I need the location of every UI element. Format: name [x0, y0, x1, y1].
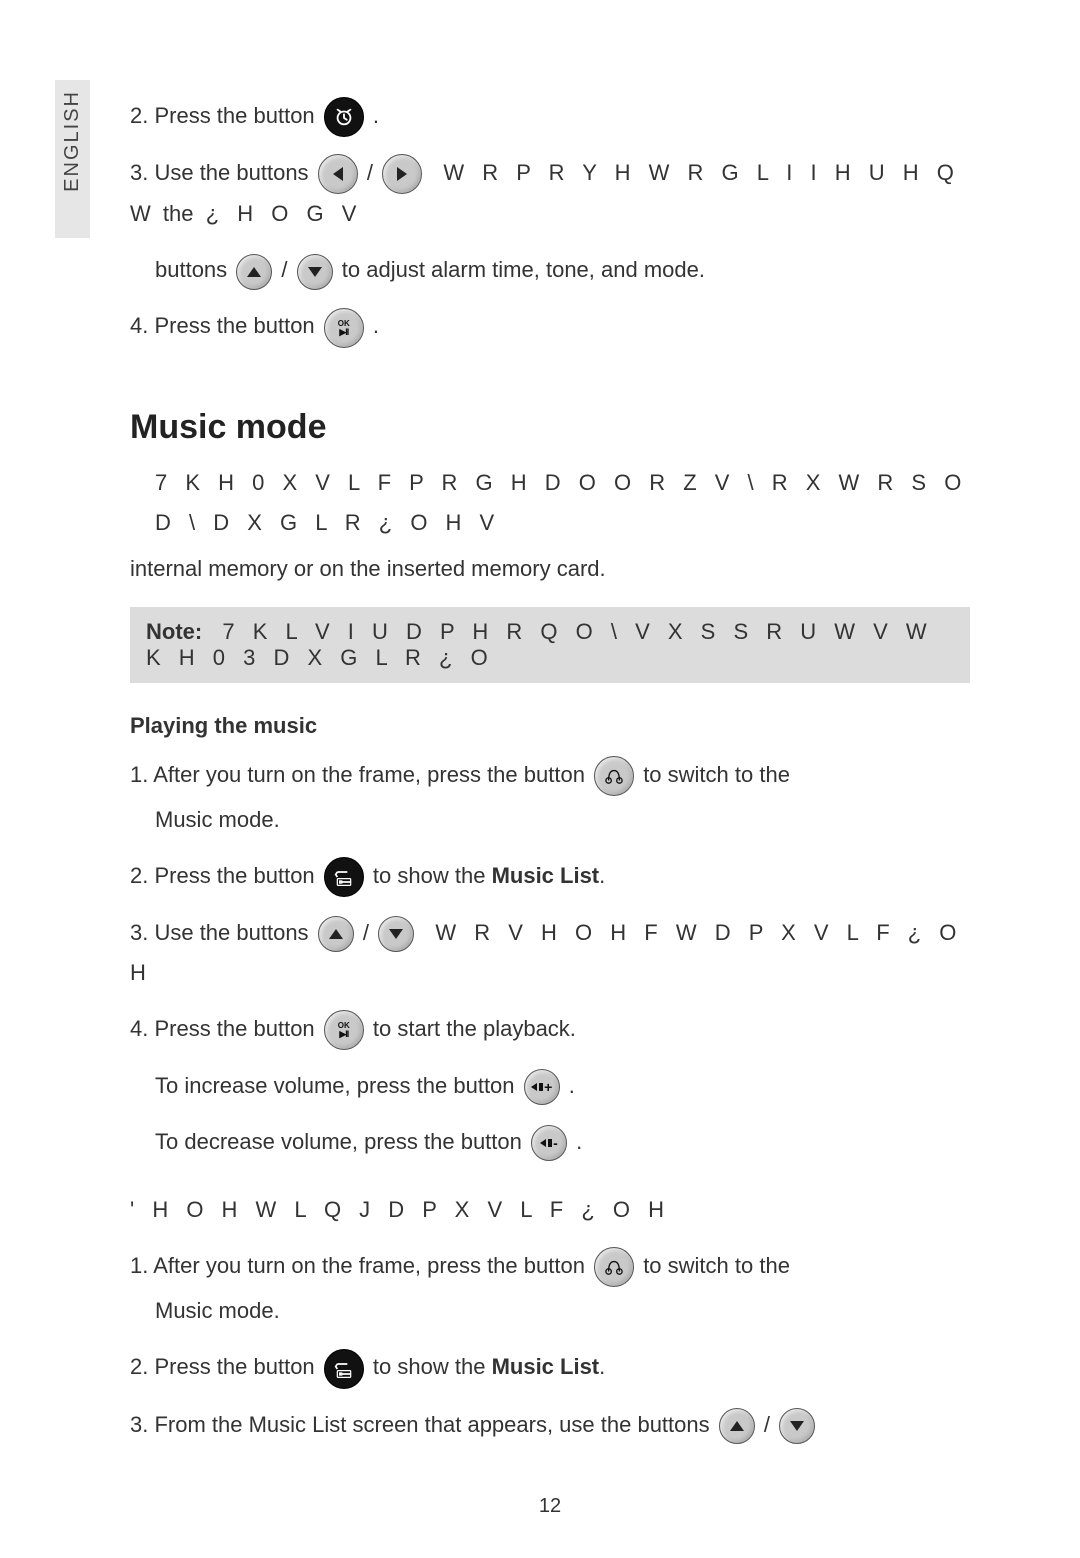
text: Music mode. [155, 1298, 280, 1323]
music-list-label: Music List [492, 863, 600, 888]
intro-step-3: 3. Use the buttons / W R P R Y H W R G L… [130, 153, 970, 234]
text: To increase volume, press the button [155, 1073, 515, 1098]
menu-button-icon [324, 857, 364, 897]
text: 3. Use the buttons [130, 160, 309, 185]
music-mode-heading: Music mode [130, 408, 970, 447]
text: . [373, 313, 379, 338]
deleting-step-1b: Music mode. [155, 1291, 970, 1331]
cipher-text: ¿ H O G V [206, 201, 363, 226]
down-arrow-icon [297, 254, 333, 290]
text: to start the playback. [373, 1016, 576, 1041]
volume-down-icon: - [531, 1125, 567, 1161]
text: 2. Press the button [130, 1354, 315, 1379]
separator: / [367, 160, 379, 185]
playing-step-4: 4. Press the button OK▶II to start the p… [130, 1009, 970, 1050]
page-number: 12 [130, 1495, 970, 1518]
text: to adjust alarm time, tone, and mode. [342, 257, 705, 282]
playing-step-3: 3. Use the buttons / W R V H O H F W D P… [130, 913, 970, 993]
volume-up-icon: + [524, 1069, 560, 1105]
text: . [576, 1129, 582, 1154]
text: to show the [373, 1354, 486, 1379]
text: 2. Press the button [130, 863, 315, 888]
volume-up-line: To increase volume, press the button + . [155, 1066, 970, 1106]
menu-button-icon [324, 1349, 364, 1389]
clock-button-icon [324, 97, 364, 137]
playing-heading: Playing the music [130, 713, 970, 739]
text: 1. After you turn on the frame, press th… [130, 762, 585, 787]
text: to show the [373, 863, 486, 888]
ok-play-button-icon: OK▶II [324, 308, 364, 348]
text: 3. Use the buttons [130, 920, 309, 945]
music-desc-2: internal memory or on the inserted memor… [130, 549, 970, 589]
text: the [163, 201, 194, 226]
up-arrow-icon [236, 254, 272, 290]
music-list-label: Music List [492, 1354, 600, 1379]
deleting-step-3: 3. From the Music List screen that appea… [130, 1405, 970, 1445]
right-arrow-icon [382, 154, 422, 194]
page-content: 2. Press the button . 3. Use the buttons… [0, 0, 1080, 1558]
intro-step-3-cont: buttons / to adjust alarm time, tone, an… [155, 250, 970, 290]
note-cipher: 7 K L V I U D P H R Q O \ V X S S R U W … [146, 619, 933, 670]
down-arrow-icon [779, 1408, 815, 1444]
text: . [599, 1354, 605, 1379]
text: 4. Press the button [130, 313, 315, 338]
ok-play-button-icon: OK▶II [324, 1010, 364, 1050]
text: to switch to the [643, 1253, 790, 1278]
text: . [373, 103, 379, 128]
text: Music mode. [155, 807, 280, 832]
text: . [569, 1073, 575, 1098]
text: To decrease volume, press the button [155, 1129, 522, 1154]
music-desc: 7 K H 0 X V L F P R G H D O O R Z V \ R … [155, 463, 970, 543]
note-label: Note: [146, 619, 202, 644]
text: 4. Press the button [130, 1016, 315, 1041]
music-mode-icon [594, 1247, 634, 1287]
intro-step-2: 2. Press the button . [130, 96, 970, 137]
cipher-text: 7 K H 0 X V L F P R G H D O O R Z V \ R … [155, 470, 967, 535]
down-arrow-icon [378, 916, 414, 952]
text: 2. Press the button [130, 103, 315, 128]
separator: / [363, 920, 375, 945]
volume-down-line: To decrease volume, press the button - . [155, 1122, 970, 1162]
playing-step-2: 2. Press the button to show the Music Li… [130, 856, 970, 897]
text: 3. From the Music List screen that appea… [130, 1412, 710, 1437]
deleting-step-2: 2. Press the button to show the Music Li… [130, 1347, 970, 1388]
language-tab: ENGLISH [55, 80, 90, 238]
intro-step-4: 4. Press the button OK▶II . [130, 306, 970, 347]
text: . [599, 863, 605, 888]
text: to switch to the [643, 762, 790, 787]
text: 1. After you turn on the frame, press th… [130, 1253, 585, 1278]
note-box: Note: 7 K L V I U D P H R Q O \ V X S S … [130, 607, 970, 683]
up-arrow-icon [719, 1408, 755, 1444]
playing-step-1: 1. After you turn on the frame, press th… [130, 755, 970, 796]
separator: / [764, 1412, 776, 1437]
up-arrow-icon [318, 916, 354, 952]
deleting-heading: ' H O H W L Q J D P X V L F ¿ O H [130, 1190, 970, 1230]
separator: / [281, 257, 293, 282]
text: buttons [155, 257, 227, 282]
left-arrow-icon [318, 154, 358, 194]
text: internal memory or on the inserted memor… [130, 556, 606, 581]
deleting-step-1: 1. After you turn on the frame, press th… [130, 1246, 970, 1287]
playing-step-1b: Music mode. [155, 800, 970, 840]
music-mode-icon [594, 756, 634, 796]
language-label: ENGLISH [61, 90, 84, 192]
